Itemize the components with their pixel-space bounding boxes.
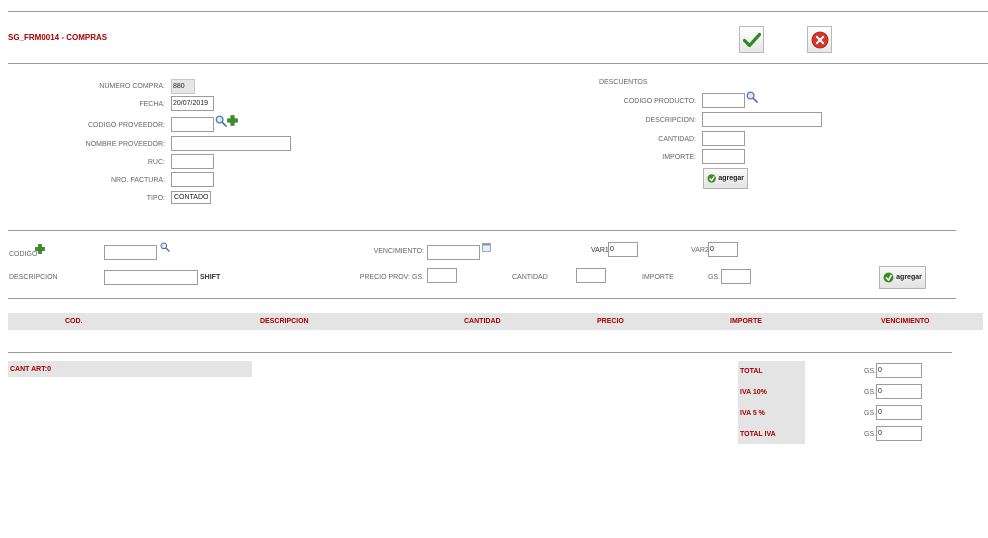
item-cantidad-label: CANTIDAD <box>512 274 548 281</box>
item-cantidad-field[interactable] <box>576 268 606 283</box>
shift-label: SHIFT <box>200 274 221 281</box>
col-cantidad: CANTIDAD <box>464 318 501 325</box>
add-proveedor-icon[interactable] <box>227 115 238 126</box>
iva-5-label: IVA 5 % <box>740 410 765 417</box>
ruc-label: RUC: <box>147 159 165 166</box>
item-descripcion-field[interactable] <box>104 270 198 285</box>
item-codigo-label: CODIGO <box>9 251 38 258</box>
codigo-proveedor-label: CODIGO PROVEEDOR: <box>87 122 165 129</box>
section-divider-1 <box>8 230 956 231</box>
col-descripcion: DESCRIPCION <box>260 318 309 325</box>
item-agregar-button[interactable]: agregar <box>879 266 926 289</box>
add-arrow-icon <box>883 272 894 283</box>
descuento-importe-field[interactable] <box>702 149 745 164</box>
ruc-field[interactable] <box>171 154 214 169</box>
vencimiento-label: VENCIMIENTO: <box>373 248 424 255</box>
var2-field[interactable] <box>708 242 738 257</box>
search-producto-icon[interactable] <box>746 91 758 103</box>
codigo-producto-label: CODIGO PRODUCTO: <box>623 98 696 105</box>
table-bottom-divider <box>8 352 952 353</box>
descuento-cantidad-field[interactable] <box>702 131 745 146</box>
tipo-select[interactable]: CONTADO <box>171 191 211 204</box>
var2-label: VAR2 <box>691 247 709 254</box>
section-divider-2 <box>8 298 956 299</box>
add-arrow-icon <box>707 174 716 183</box>
header-divider <box>8 63 988 64</box>
descuento-agregar-button[interactable]: agregar <box>703 168 748 189</box>
descuento-agregar-label: agregar <box>718 175 744 182</box>
descuentos-title: DESCUENTOS <box>599 79 648 86</box>
total-currency: GS. <box>864 368 877 375</box>
nombre-proveedor-label: NOMBRE PROVEEDOR: <box>85 141 165 148</box>
iva-10-currency: GS. <box>864 389 877 396</box>
item-agregar-label: agregar <box>896 274 922 281</box>
vencimiento-field[interactable] <box>427 245 480 260</box>
fecha-label: FECHA: <box>139 101 165 108</box>
search-proveedor-icon[interactable] <box>215 115 227 127</box>
total-iva-field[interactable] <box>876 426 922 441</box>
add-item-icon[interactable] <box>35 244 45 254</box>
fecha-field[interactable] <box>171 96 214 111</box>
close-icon <box>811 31 828 48</box>
item-importe-label: IMPORTE <box>642 274 674 281</box>
item-importe-currency: GS. <box>708 274 721 281</box>
item-codigo-field[interactable] <box>104 245 157 260</box>
precio-prov-label: PRECIO PROV: GS. <box>359 274 424 281</box>
descuento-descripcion-label: DESCRIPCION: <box>645 117 696 124</box>
cancel-button[interactable] <box>807 26 832 53</box>
confirm-button[interactable] <box>739 26 764 53</box>
iva-10-label: IVA 10% <box>740 389 767 396</box>
codigo-producto-field[interactable] <box>702 93 745 108</box>
precio-prov-field[interactable] <box>427 268 457 283</box>
page-title: SG_FRM0014 - COMPRAS <box>8 33 108 42</box>
col-importe: IMPORTE <box>730 318 762 325</box>
calendar-icon[interactable] <box>482 242 491 252</box>
total-field[interactable] <box>876 363 922 378</box>
total-label: TOTAL <box>740 368 763 375</box>
checkmark-icon <box>742 32 761 47</box>
cant-art-label: CANT ART:0 <box>10 366 51 373</box>
nro-factura-field[interactable] <box>171 172 214 187</box>
total-iva-currency: GS. <box>864 431 877 438</box>
descuento-descripcion-field[interactable] <box>702 112 822 127</box>
codigo-proveedor-field[interactable] <box>171 117 214 132</box>
iva-5-currency: GS. <box>864 410 877 417</box>
search-item-icon[interactable] <box>160 242 170 252</box>
tipo-select-value: CONTADO <box>174 194 209 201</box>
col-precio: PRECIO <box>597 318 624 325</box>
col-cod: COD. <box>65 318 83 325</box>
nombre-proveedor-field[interactable] <box>171 136 291 151</box>
item-descripcion-label: DESCRIPCION <box>9 274 58 281</box>
total-iva-label: TOTAL IVA <box>740 431 776 438</box>
descuento-cantidad-label: CANTIDAD: <box>658 136 696 143</box>
top-divider <box>8 11 988 12</box>
numero-compra-field <box>171 79 195 94</box>
col-vencimiento: VENCIMIENTO <box>881 318 930 325</box>
descuento-importe-label: IMPORTE: <box>662 154 696 161</box>
iva-10-field[interactable] <box>876 384 922 399</box>
tipo-label: TIPO: <box>146 195 165 202</box>
var1-label: VAR1 <box>591 247 609 254</box>
iva-5-field[interactable] <box>876 405 922 420</box>
var1-field[interactable] <box>608 242 638 257</box>
item-importe-field[interactable] <box>721 269 751 284</box>
numero-compra-label: NUMERO COMPRA: <box>99 83 165 90</box>
nro-factura-label: NRO. FACTURA: <box>110 177 165 184</box>
